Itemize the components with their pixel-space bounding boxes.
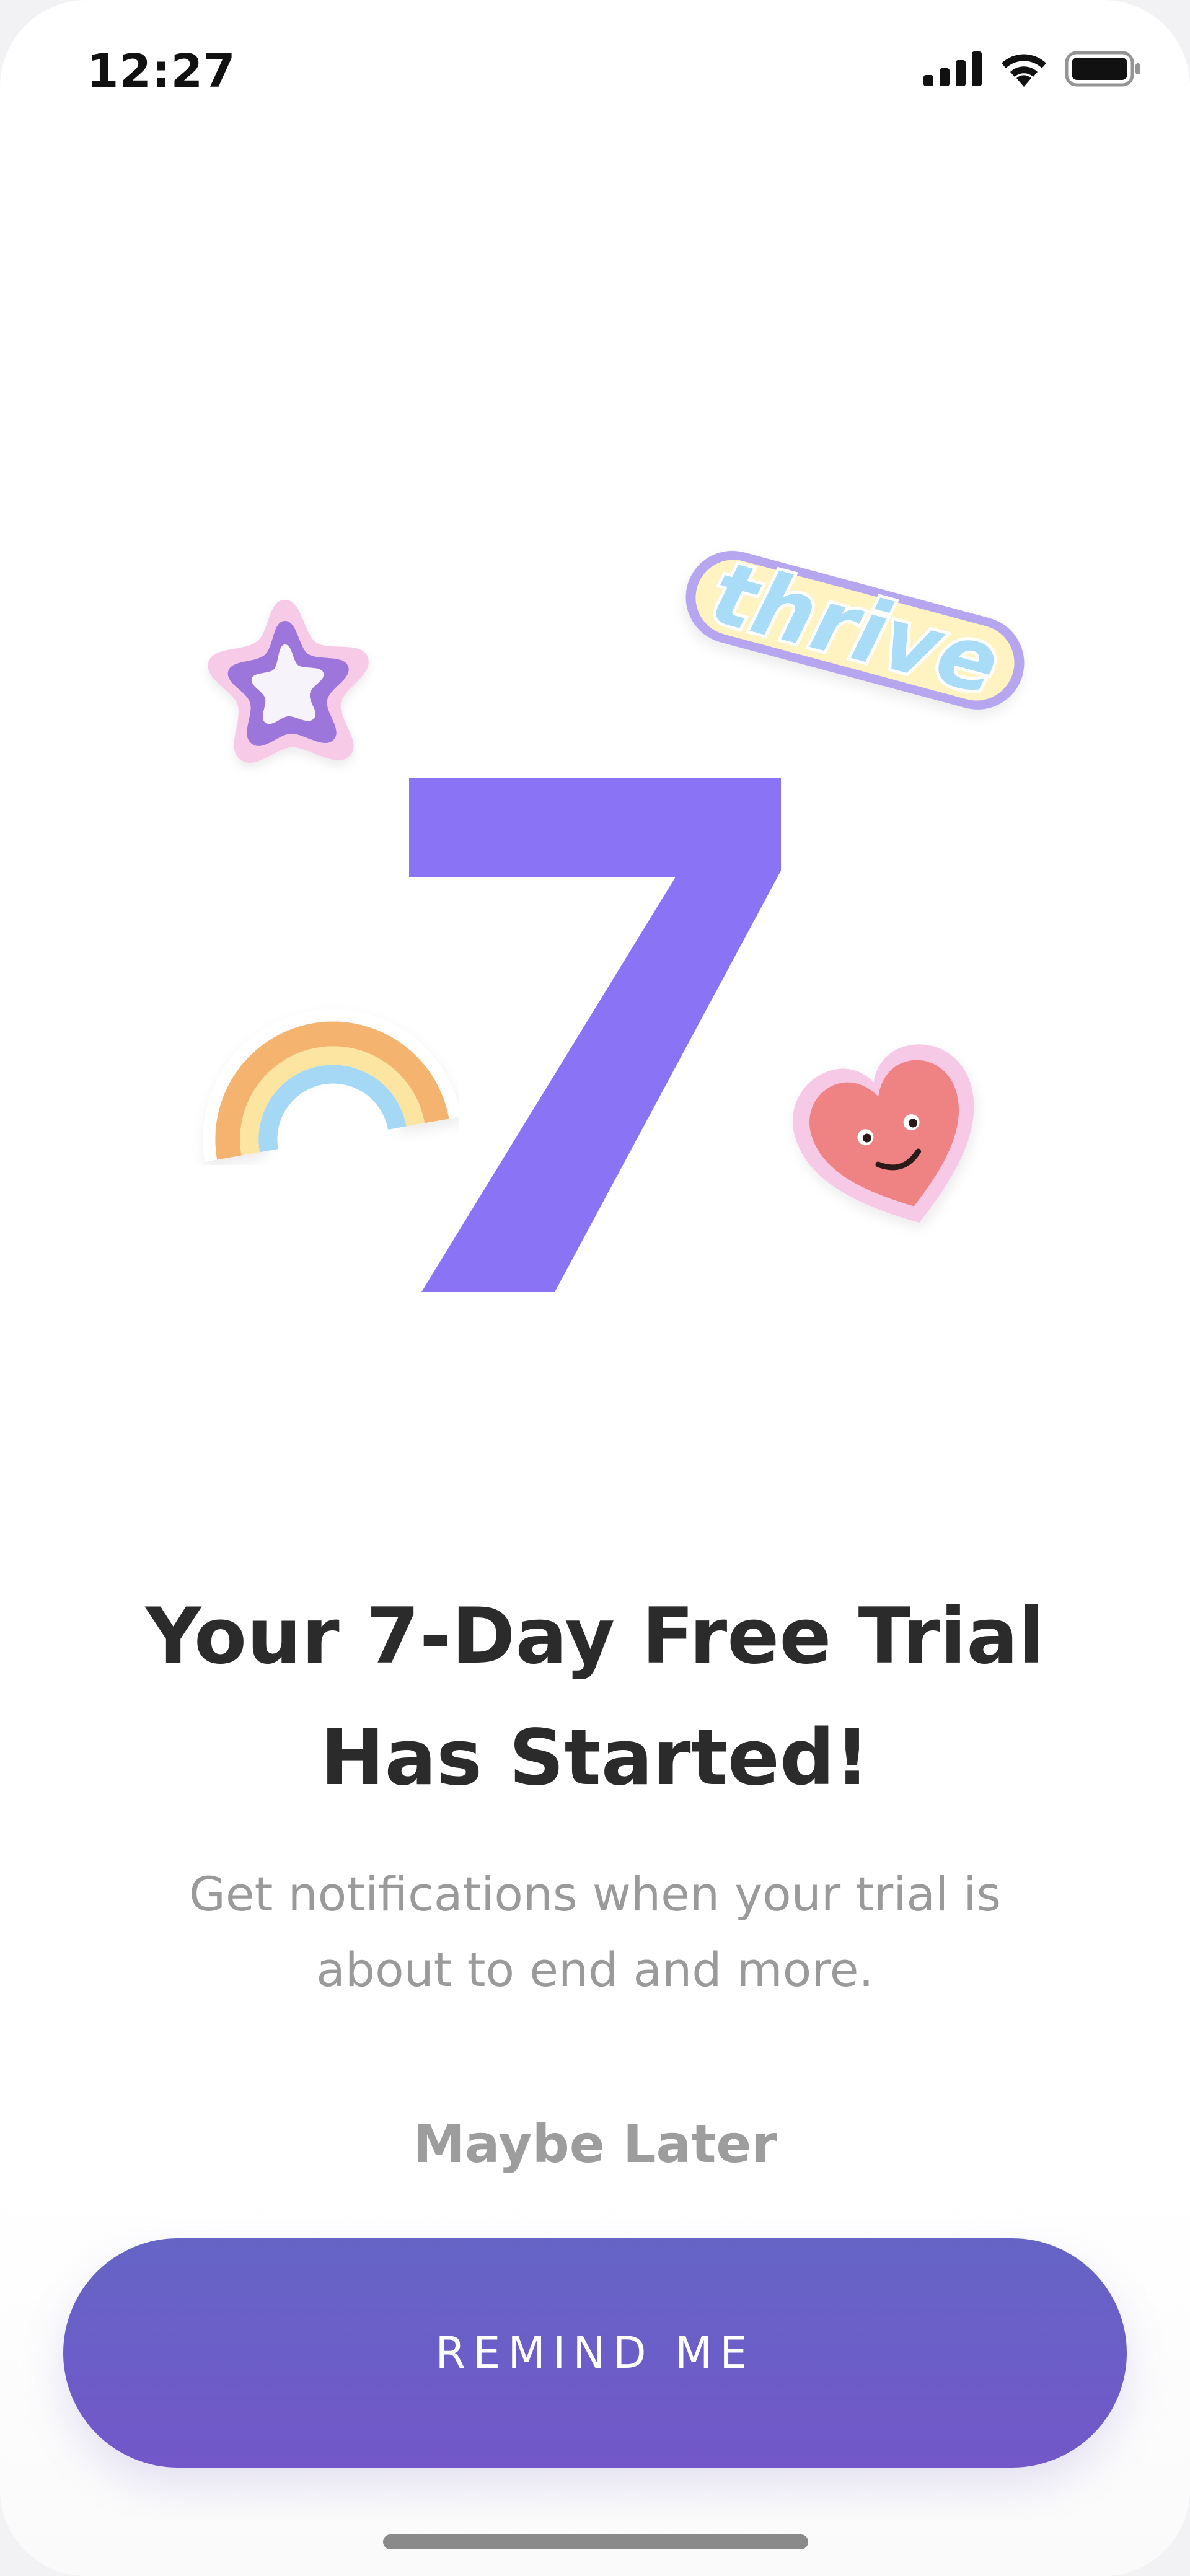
page-subtitle: Get notifications when your trial is abo… xyxy=(189,1866,1001,1997)
page-title: Your 7-Day Free Trial Has Started! xyxy=(145,1592,1045,1803)
status-icons xyxy=(923,51,1142,87)
big-number-seven xyxy=(409,778,781,1292)
maybe-later-button[interactable]: Maybe Later xyxy=(347,2104,843,2184)
star-sticker xyxy=(208,600,369,763)
status-bar: 12:27 xyxy=(0,0,1190,143)
battery-icon xyxy=(1065,51,1142,87)
remind-me-button[interactable]: REMIND ME xyxy=(63,2238,1127,2468)
home-indicator[interactable] xyxy=(383,2534,808,2549)
thrive-sticker-text: thrive xyxy=(702,542,1009,715)
thrive-sticker: thrive xyxy=(685,539,1025,718)
heart-sticker xyxy=(793,1044,974,1223)
phone-screen: 12:27 thrive Your 7-Day Free Trial Has S… xyxy=(0,0,1190,2576)
status-time: 12:27 xyxy=(87,45,236,98)
wifi-icon xyxy=(999,51,1049,87)
trial-illustration: thrive xyxy=(0,508,1190,1314)
cellular-signal-icon xyxy=(923,51,983,86)
